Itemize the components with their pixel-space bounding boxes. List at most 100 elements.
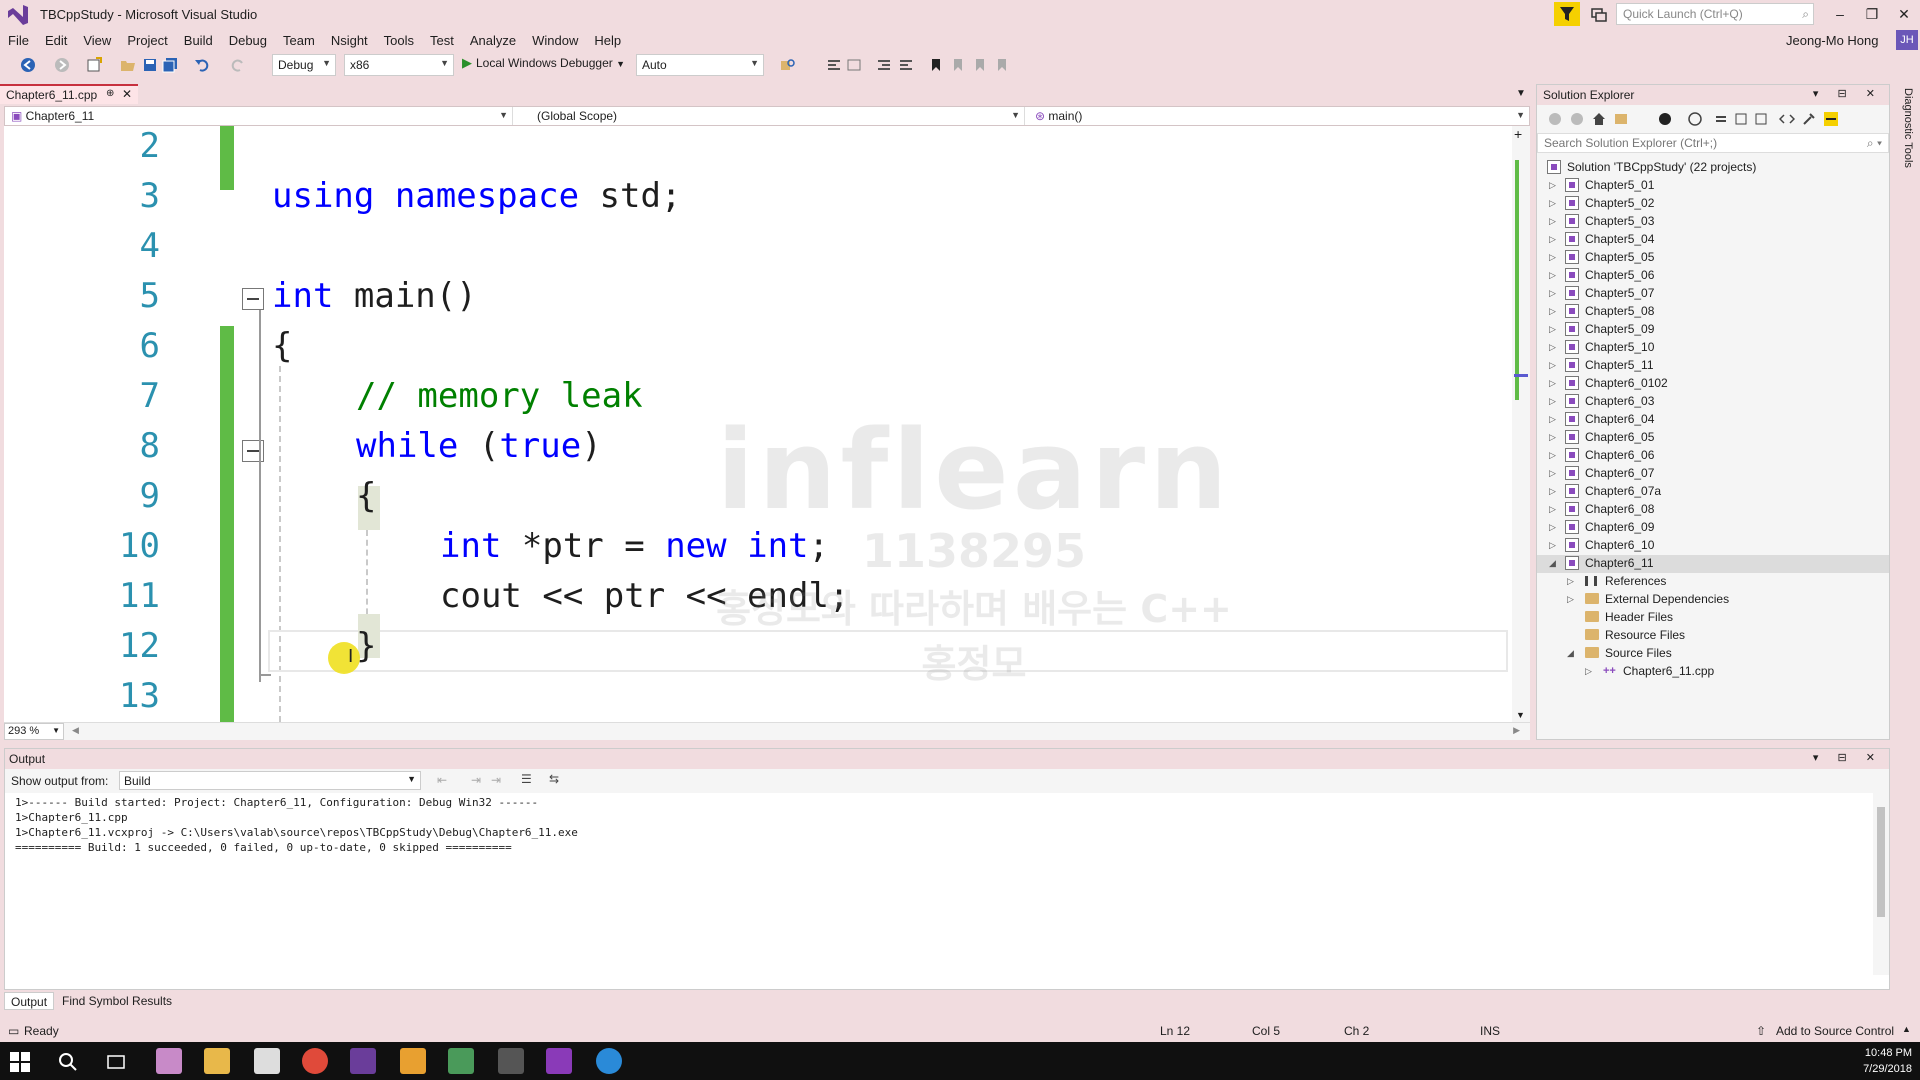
tab-output[interactable]: Output: [4, 992, 55, 1010]
tree-item-project[interactable]: ▷ Chapter5_05: [1537, 249, 1889, 267]
tree-item-project[interactable]: ▷ Chapter6_04: [1537, 411, 1889, 429]
tree-item-project[interactable]: ▷ Chapter5_10: [1537, 339, 1889, 357]
history-icon[interactable]: [1687, 111, 1703, 127]
redo-icon[interactable]: [230, 57, 246, 73]
quick-launch-input[interactable]: Quick Launch (Ctrl+Q) ⌕: [1616, 3, 1814, 25]
menu-window[interactable]: Window: [524, 30, 586, 51]
scroll-down-icon[interactable]: ▼: [1516, 710, 1525, 720]
app-icon[interactable]: [448, 1048, 474, 1074]
close-window-button[interactable]: ✕: [1888, 2, 1920, 26]
tree-item-resource-files[interactable]: Resource Files: [1537, 627, 1889, 645]
avatar[interactable]: JH: [1896, 30, 1918, 50]
scope-dropdown[interactable]: (Global Scope) ▼: [517, 107, 1025, 125]
indent-icon[interactable]: [876, 57, 892, 73]
pending-changes-filter-icon[interactable]: [1657, 111, 1673, 127]
visual-studio-taskbar-icon[interactable]: [350, 1048, 376, 1074]
expand-arrow-icon[interactable]: ▷: [1549, 216, 1556, 227]
menu-test[interactable]: Test: [422, 30, 462, 51]
properties-icon[interactable]: [1801, 111, 1817, 127]
chrome-icon[interactable]: [302, 1048, 328, 1074]
expand-arrow-icon[interactable]: ▷: [1549, 306, 1556, 317]
clear-all-icon[interactable]: ☰: [521, 772, 532, 786]
onenote-icon[interactable]: [546, 1048, 572, 1074]
tree-item-project[interactable]: ▷ Chapter5_08: [1537, 303, 1889, 321]
tree-item-project[interactable]: ▷ Chapter5_07: [1537, 285, 1889, 303]
restore-button[interactable]: ❐: [1856, 2, 1888, 26]
expanded-arrow-icon[interactable]: ◢: [1549, 558, 1556, 569]
menu-build[interactable]: Build: [176, 30, 221, 51]
task-view-icon[interactable]: [106, 1052, 126, 1072]
back-icon[interactable]: [1547, 111, 1563, 127]
solution-node[interactable]: Solution 'TBCppStudy' (22 projects): [1537, 159, 1889, 177]
tree-item-project[interactable]: ▷ Chapter6_07: [1537, 465, 1889, 483]
switch-views-icon[interactable]: [1613, 111, 1629, 127]
git-app-icon[interactable]: [400, 1048, 426, 1074]
undo-icon[interactable]: [194, 57, 210, 73]
expand-arrow-icon[interactable]: ▷: [1549, 414, 1556, 425]
expand-arrow-icon[interactable]: ▷: [1549, 540, 1556, 551]
expand-arrow-icon[interactable]: ▷: [1549, 486, 1556, 497]
solution-search-input[interactable]: Search Solution Explorer (Ctrl+;) ⌕ ▾: [1537, 133, 1889, 153]
tree-item-header-files[interactable]: Header Files: [1537, 609, 1889, 627]
menu-file[interactable]: File: [0, 30, 37, 51]
find-in-files-icon[interactable]: [780, 57, 796, 73]
scroll-right-icon[interactable]: ▶: [1513, 725, 1520, 736]
view-code-icon[interactable]: [1779, 111, 1795, 127]
tree-item-project[interactable]: ▷ Chapter5_01: [1537, 177, 1889, 195]
expand-arrow-icon[interactable]: ▷: [1549, 324, 1556, 335]
menu-edit[interactable]: Edit: [37, 30, 75, 51]
tree-item-project[interactable]: ▷ Chapter6_06: [1537, 447, 1889, 465]
step-icon[interactable]: [826, 57, 842, 73]
next-message-icon[interactable]: ⇥: [471, 773, 481, 787]
windows-start-icon[interactable]: [10, 1052, 30, 1072]
goto-message-icon[interactable]: ⇥: [491, 773, 501, 787]
expand-arrow-icon[interactable]: ▷: [1567, 594, 1574, 605]
code-editor[interactable]: 2 3 4 5 6 7 8 9 10 11 12 13 using namesp…: [4, 126, 1530, 722]
expand-arrow-icon[interactable]: ▷: [1549, 288, 1556, 299]
show-all-files-icon[interactable]: [1753, 111, 1769, 127]
output-vertical-scrollbar[interactable]: [1873, 793, 1889, 975]
expand-arrow-icon[interactable]: ▷: [1549, 378, 1556, 389]
file-explorer-icon[interactable]: [204, 1048, 230, 1074]
preview-selected-icon[interactable]: [1823, 111, 1839, 127]
scrollbar-thumb[interactable]: [1877, 807, 1885, 917]
expand-arrow-icon[interactable]: ▷: [1549, 360, 1556, 371]
edge-icon[interactable]: [596, 1048, 622, 1074]
expand-arrow-icon[interactable]: ▷: [1549, 522, 1556, 533]
editor-vertical-scrollbar[interactable]: + ▼: [1512, 126, 1530, 722]
menu-debug[interactable]: Debug: [221, 30, 275, 51]
sync-icon[interactable]: [1713, 111, 1729, 127]
expand-arrow-icon[interactable]: ▷: [1549, 270, 1556, 281]
bookmark-icon[interactable]: [928, 57, 944, 73]
navigate-forward-icon[interactable]: [54, 57, 70, 73]
save-icon[interactable]: [142, 57, 158, 73]
menu-analyze[interactable]: Analyze: [462, 30, 524, 51]
tree-item-source-files[interactable]: ◢ Source Files: [1537, 645, 1889, 663]
terminal-icon[interactable]: [498, 1048, 524, 1074]
solution-configuration-select[interactable]: Debug ▼: [272, 54, 336, 76]
collapse-all-icon[interactable]: [1733, 111, 1749, 127]
tree-item-project[interactable]: ▷ Chapter6_0102: [1537, 375, 1889, 393]
expand-arrow-icon[interactable]: ▷: [1549, 198, 1556, 209]
tree-item-project[interactable]: ▷ Chapter6_10: [1537, 537, 1889, 555]
minimize-button[interactable]: –: [1824, 2, 1856, 26]
tab-overflow-icon[interactable]: ▼: [1516, 88, 1526, 99]
expand-arrow-icon[interactable]: ▷: [1549, 342, 1556, 353]
system-clock[interactable]: 10:48 PM 7/29/2018: [1863, 1045, 1912, 1077]
paint-app-icon[interactable]: [156, 1048, 182, 1074]
tree-item-project[interactable]: ▷ Chapter5_04: [1537, 231, 1889, 249]
mail-icon[interactable]: [254, 1048, 280, 1074]
expand-arrow-icon[interactable]: ▷: [1549, 234, 1556, 245]
next-bookmark-icon[interactable]: [972, 57, 988, 73]
expand-arrow-icon[interactable]: ▷: [1549, 504, 1556, 515]
expanded-arrow-icon[interactable]: ◢: [1567, 648, 1574, 659]
panel-window-buttons[interactable]: ▾ ⊟ ✕: [1813, 87, 1883, 100]
signed-in-user[interactable]: Jeong-Mo Hong: [1786, 33, 1879, 48]
split-icon[interactable]: +: [1514, 126, 1522, 142]
collapse-main-button[interactable]: [242, 288, 264, 310]
solution-platform-select[interactable]: x86 ▼: [344, 54, 454, 76]
expand-arrow-icon[interactable]: ▷: [1567, 576, 1574, 587]
open-file-icon[interactable]: [120, 57, 136, 73]
menu-project[interactable]: Project: [119, 30, 175, 51]
tree-item-project[interactable]: ▷ Chapter6_05: [1537, 429, 1889, 447]
